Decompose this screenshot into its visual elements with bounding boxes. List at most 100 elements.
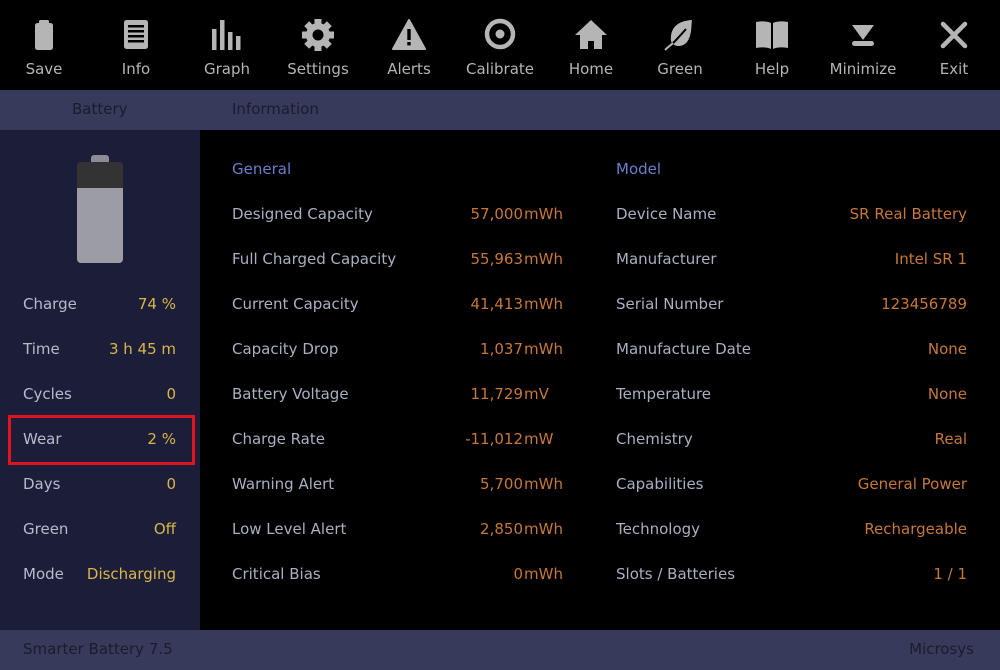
information-panel: General Model Designed Capacity 57,000 mWh… bbox=[200, 130, 1000, 630]
battery-fill bbox=[77, 188, 123, 263]
general-row-label: Warning Alert bbox=[232, 475, 335, 493]
stat-green: Green Off bbox=[23, 520, 176, 542]
model-row-label: Manufacturer bbox=[616, 250, 717, 268]
settings-label: Settings bbox=[287, 60, 349, 78]
model-row-label: Serial Number bbox=[616, 295, 724, 313]
general-row-value: 41,413 bbox=[470, 295, 524, 313]
section-header: Battery Information bbox=[0, 90, 1000, 130]
general-row-value: 55,963 bbox=[470, 250, 524, 268]
general-row-unit: mWh bbox=[524, 520, 563, 538]
help-label: Help bbox=[754, 60, 790, 78]
model-row-value: Rechargeable bbox=[864, 520, 967, 538]
model-row-value: Intel SR 1 bbox=[894, 250, 967, 268]
general-row: Capacity Drop 1,037 mWh bbox=[232, 340, 572, 362]
bar-graph-icon bbox=[209, 17, 245, 53]
general-row-unit: mWh bbox=[524, 475, 563, 493]
general-row-value: 11,729 bbox=[470, 385, 524, 403]
model-row-value: 123456789 bbox=[881, 295, 967, 313]
alerts-button[interactable]: Alerts bbox=[364, 0, 454, 90]
model-row-value: General Power bbox=[857, 475, 967, 493]
model-row-value: None bbox=[927, 385, 967, 403]
book-icon bbox=[754, 17, 790, 53]
status-bar: Smarter Battery 7.5 Microsys bbox=[0, 630, 1000, 670]
stat-value: Off bbox=[153, 520, 176, 538]
green-button[interactable]: Green bbox=[635, 0, 725, 90]
stat-cycles: Cycles 0 bbox=[23, 385, 176, 407]
save-button[interactable]: Save bbox=[0, 0, 89, 90]
battery-body bbox=[77, 162, 123, 263]
model-row: Device Name SR Real Battery bbox=[616, 205, 967, 227]
alerts-label: Alerts bbox=[387, 60, 431, 78]
battery-header: Battery bbox=[72, 100, 128, 118]
calibrate-button[interactable]: Calibrate bbox=[455, 0, 545, 90]
model-row-value: SR Real Battery bbox=[849, 205, 967, 223]
model-row: Chemistry Real bbox=[616, 430, 967, 452]
general-row: Critical Bias 0 mWh bbox=[232, 565, 572, 587]
graph-button[interactable]: Graph bbox=[182, 0, 272, 90]
save-label: Save bbox=[25, 60, 63, 78]
home-icon bbox=[573, 17, 609, 53]
general-row: Current Capacity 41,413 mWh bbox=[232, 295, 572, 317]
model-row: Manufacture Date None bbox=[616, 340, 967, 362]
general-row-label: Low Level Alert bbox=[232, 520, 347, 538]
model-row: Serial Number 123456789 bbox=[616, 295, 967, 317]
stat-charge: Charge 74 % bbox=[23, 295, 176, 317]
general-row-unit: mWh bbox=[524, 565, 563, 583]
general-row-value: 0 bbox=[513, 565, 523, 583]
general-row-label: Battery Voltage bbox=[232, 385, 349, 403]
general-row-value: 1,037 bbox=[480, 340, 523, 358]
settings-button[interactable]: Settings bbox=[273, 0, 363, 90]
green-label: Green bbox=[657, 60, 703, 78]
model-row-label: Slots / Batteries bbox=[616, 565, 736, 583]
minimize-button[interactable]: Minimize bbox=[818, 0, 908, 90]
general-row-label: Full Charged Capacity bbox=[232, 250, 397, 268]
stat-value: 3 h 45 m bbox=[108, 340, 176, 358]
model-section-title: Model bbox=[616, 160, 662, 178]
exit-label: Exit bbox=[939, 60, 969, 78]
general-row: Low Level Alert 2,850 mWh bbox=[232, 520, 572, 542]
model-row-label: Technology bbox=[616, 520, 701, 538]
model-row: Manufacturer Intel SR 1 bbox=[616, 250, 967, 272]
stat-label: Green bbox=[23, 520, 69, 538]
general-row-label: Designed Capacity bbox=[232, 205, 373, 223]
general-row-label: Charge Rate bbox=[232, 430, 325, 448]
general-row-unit: mWh bbox=[524, 250, 563, 268]
stat-label: Time bbox=[23, 340, 60, 358]
battery-sidebar: Charge 74 % Time 3 h 45 m Cycles 0 Wear … bbox=[0, 130, 200, 630]
target-icon bbox=[482, 17, 518, 53]
general-row-value: -11,012 bbox=[465, 430, 523, 448]
help-button[interactable]: Help bbox=[727, 0, 817, 90]
model-row: Temperature None bbox=[616, 385, 967, 407]
home-button[interactable]: Home bbox=[546, 0, 636, 90]
stat-value: 0 bbox=[166, 385, 176, 403]
warning-icon bbox=[391, 17, 427, 53]
home-label: Home bbox=[568, 60, 614, 78]
general-row-value: 57,000 bbox=[470, 205, 524, 223]
model-row-value: Real bbox=[934, 430, 967, 448]
general-row-label: Capacity Drop bbox=[232, 340, 339, 358]
leaf-icon bbox=[662, 17, 698, 53]
model-row: Technology Rechargeable bbox=[616, 520, 967, 542]
stat-days: Days 0 bbox=[23, 475, 176, 497]
graph-label: Graph bbox=[203, 60, 250, 78]
general-row: Warning Alert 5,700 mWh bbox=[232, 475, 572, 497]
info-label: Info bbox=[121, 60, 151, 78]
general-row-unit: mV bbox=[524, 385, 549, 403]
stat-label: Cycles bbox=[23, 385, 72, 403]
stat-label: Mode bbox=[23, 565, 64, 583]
general-row-unit: mW bbox=[524, 430, 554, 448]
stat-label: Charge bbox=[23, 295, 77, 313]
general-row-label: Current Capacity bbox=[232, 295, 359, 313]
model-row-value: 1 / 1 bbox=[933, 565, 967, 583]
model-row-label: Temperature bbox=[616, 385, 712, 403]
general-row-unit: mWh bbox=[524, 295, 563, 313]
info-button[interactable]: Info bbox=[91, 0, 181, 90]
general-section-title: General bbox=[232, 160, 292, 178]
model-row-label: Device Name bbox=[616, 205, 717, 223]
calibrate-label: Calibrate bbox=[466, 60, 534, 78]
vendor-name: Microsys bbox=[909, 640, 974, 658]
exit-button[interactable]: Exit bbox=[909, 0, 999, 90]
stat-label: Days bbox=[23, 475, 61, 493]
model-row-value: None bbox=[927, 340, 967, 358]
information-header: Information bbox=[232, 100, 319, 118]
